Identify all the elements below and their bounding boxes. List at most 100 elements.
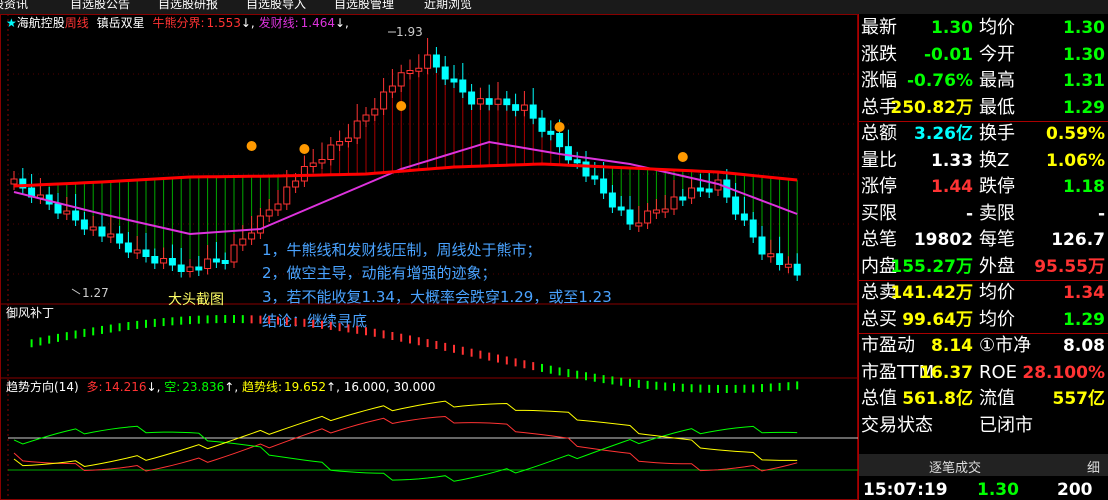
quote-row: 涨跌 -0.01 今开 1.30 xyxy=(859,43,1108,67)
quote-label: 流值 xyxy=(979,388,1015,409)
menu-item-import[interactable]: 自选股导入 xyxy=(246,0,306,12)
quote-label: 今开 xyxy=(979,43,1015,65)
quote-row: 涨停 1.44 跌停 1.18 xyxy=(859,175,1108,199)
quote-value: 1.06% xyxy=(1046,150,1105,171)
bull-value: 1.553 xyxy=(207,16,241,30)
quote-label: 换Z xyxy=(979,149,1010,171)
quote-row: 总值 561.8亿 流值 557亿 xyxy=(859,387,1108,411)
quote-panel: 最新 1.30 均价 1.30 涨跌 -0.01 今开 1.30 涨幅 -0.76% 最高 1.31 总… xyxy=(858,14,1108,500)
menu-item-news[interactable]: 选股资讯 xyxy=(0,0,28,12)
trend-value: 19.652 xyxy=(284,380,326,394)
quote-label: 换手 xyxy=(979,123,1015,144)
quote-value: - xyxy=(965,203,973,224)
sub1-label: 御风补丁 xyxy=(6,305,54,320)
long-value: 14.216 xyxy=(105,380,147,394)
tick-price: 1.30 xyxy=(977,480,1019,500)
high-price-mark: 1.93 xyxy=(396,25,423,39)
quote-value: -0.76% xyxy=(906,71,973,91)
quote-row: 总买 99.64万 均价 1.29 xyxy=(859,308,1108,332)
sub2-header: 趋势方向(14) 多: 14.216↓, 空: 23.836↑, 趋势线: 19.65… xyxy=(6,379,436,394)
quote-row: 买限 - 卖限 - xyxy=(859,202,1108,226)
period-label: 周线 xyxy=(65,16,89,30)
quote-label: 涨幅 xyxy=(861,70,897,91)
tab-detail[interactable]: 细 xyxy=(1087,457,1100,476)
quote-value: 557亿 xyxy=(1052,389,1106,409)
quote-label: 卖限 xyxy=(979,202,1015,224)
quote-value: 28.100% xyxy=(1022,362,1105,383)
quote-label: 买限 xyxy=(861,202,897,224)
quote-value: 8.14 xyxy=(931,336,973,356)
indicator-name: 镇岳双星 xyxy=(97,16,145,30)
quote-value: 19802 xyxy=(913,230,973,250)
quote-label: 均价 xyxy=(979,308,1015,330)
tab-ticks[interactable]: 逐笔成交 xyxy=(929,457,981,476)
quote-value: 126.7 xyxy=(1051,230,1105,250)
tick-tabbar: 逐笔成交 细 xyxy=(859,454,1108,476)
tick-time: 15:07:19 xyxy=(863,480,948,500)
quote-value: 0.59% xyxy=(1046,124,1105,144)
annotation-line-1: 1，牛熊线和发财线压制，周线处于熊市； xyxy=(262,241,542,259)
quote-value: 1.31 xyxy=(1063,71,1105,91)
quote-value: -0.01 xyxy=(924,44,973,65)
quote-label: ROE xyxy=(979,361,1018,383)
short-line xyxy=(13,425,798,482)
watermark: 大头截图 xyxy=(168,292,224,308)
quote-value: 1.34 xyxy=(1063,283,1105,303)
quote-value: - xyxy=(1097,203,1105,224)
quote-label: 涨停 xyxy=(861,176,897,197)
quote-value: 1.29 xyxy=(1063,309,1105,330)
quote-label: 市盈动 xyxy=(861,335,915,356)
quote-label: 最新 xyxy=(861,17,897,38)
quote-label: 每笔 xyxy=(979,229,1015,250)
stock-name: 海航控股 xyxy=(17,15,65,30)
quote-value: 8.08 xyxy=(1063,336,1105,356)
quote-value: 16.37 xyxy=(919,362,973,383)
quote-label: 均价 xyxy=(979,17,1015,38)
quote-label: 涨跌 xyxy=(861,43,897,65)
quote-value: 1.30 xyxy=(1063,18,1105,38)
kline-chart[interactable]: ★海航控股周线 镇岳双星 牛熊分界: 1.553↓, 发财线: 1.464↓, 1.… xyxy=(0,14,858,500)
quote-value: 99.64万 xyxy=(902,309,973,330)
annotation-line-2: 2，做空主导，动能有增强的迹象； xyxy=(262,264,497,282)
quote-label: 量比 xyxy=(861,149,897,171)
menu-item-reports[interactable]: 自选股研报 xyxy=(158,0,218,12)
quote-row: 量比 1.33 换Z 1.06% xyxy=(859,149,1108,173)
quote-label: 总额 xyxy=(861,123,897,144)
annotation-line-3: 3，若不能收复1.34，大概率会跌穿1.29，或至1.23 xyxy=(262,288,612,306)
quote-label: 交易状态 xyxy=(861,414,933,436)
quote-label: 总值 xyxy=(861,388,897,409)
quote-label: 均价 xyxy=(979,282,1015,303)
tick-volume: 200 xyxy=(1057,480,1093,500)
tick-row: 15:07:19 1.30 200 xyxy=(859,480,1108,500)
quote-value: 155.27万 xyxy=(890,256,973,277)
quote-value: 250.82万 xyxy=(890,97,973,118)
menu-item-announcements[interactable]: 自选股公告 xyxy=(70,0,130,12)
quote-row: 总笔 19802 每笔 126.7 xyxy=(859,228,1108,252)
quote-row: 涨幅 -0.76% 最高 1.31 xyxy=(859,69,1108,93)
quote-label: 跌停 xyxy=(979,176,1015,197)
quote-value: 1.30 xyxy=(931,18,973,38)
quote-value: 1.29 xyxy=(1063,97,1105,118)
quote-row: 内盘 155.27万 外盘 95.55万 xyxy=(859,255,1108,279)
quote-label: 已闭市 xyxy=(979,414,1033,436)
quote-value: 141.42万 xyxy=(890,283,973,303)
quote-label: 总买 xyxy=(861,308,897,330)
quote-value: 561.8亿 xyxy=(902,389,973,409)
menu-item-manage[interactable]: 自选股管理 xyxy=(334,0,394,12)
menu-item-recent[interactable]: 近期浏览 xyxy=(424,0,472,12)
low-price-mark: 1.27 xyxy=(82,286,109,300)
quote-row: 总手 250.82万 最低 1.29 xyxy=(859,96,1108,120)
trend-line xyxy=(13,400,798,467)
quote-row: 市盈TTM 16.37 ROE 28.100% xyxy=(859,361,1108,385)
quote-label: 最高 xyxy=(979,70,1015,91)
fortune-value: 1.464 xyxy=(301,16,335,30)
quote-row: 最新 1.30 均价 1.30 xyxy=(859,16,1108,40)
quote-label: ①市净 xyxy=(979,335,1032,356)
quote-row: 交易状态 已闭市 xyxy=(859,414,1108,438)
quote-value: 1.33 xyxy=(931,150,973,171)
quote-row: 总卖 141.42万 均价 1.34 xyxy=(859,281,1108,305)
main-header: ★海航控股周线 镇岳双星 牛熊分界: 1.553↓, 发财线: 1.464↓, xyxy=(6,15,349,30)
quote-label: 最低 xyxy=(979,96,1015,118)
quote-label: 外盘 xyxy=(979,255,1015,277)
quote-value: 1.44 xyxy=(931,177,973,197)
